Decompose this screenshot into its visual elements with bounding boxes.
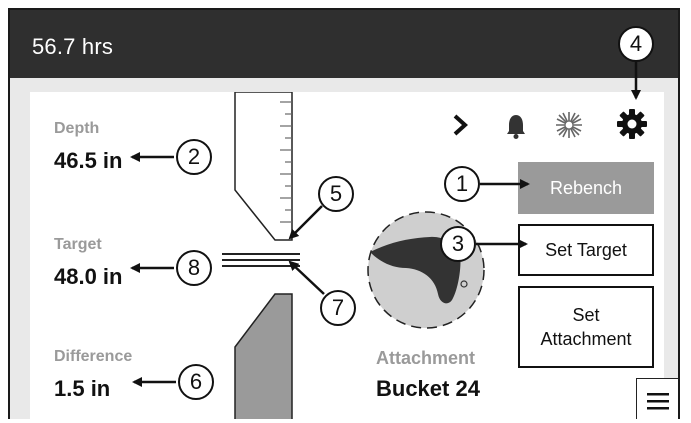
callout-6: 6	[178, 364, 214, 400]
callout-1: 1	[444, 166, 480, 202]
callout-7-arrow	[288, 260, 325, 295]
callout-8: 8	[176, 250, 212, 286]
callout-arrows	[130, 62, 641, 387]
callout-5: 5	[318, 176, 354, 212]
callout-3: 3	[440, 226, 476, 262]
callout-2: 2	[176, 139, 212, 175]
callout-4: 4	[618, 26, 654, 62]
callout-5-arrow	[288, 205, 323, 240]
callout-7: 7	[320, 290, 356, 326]
